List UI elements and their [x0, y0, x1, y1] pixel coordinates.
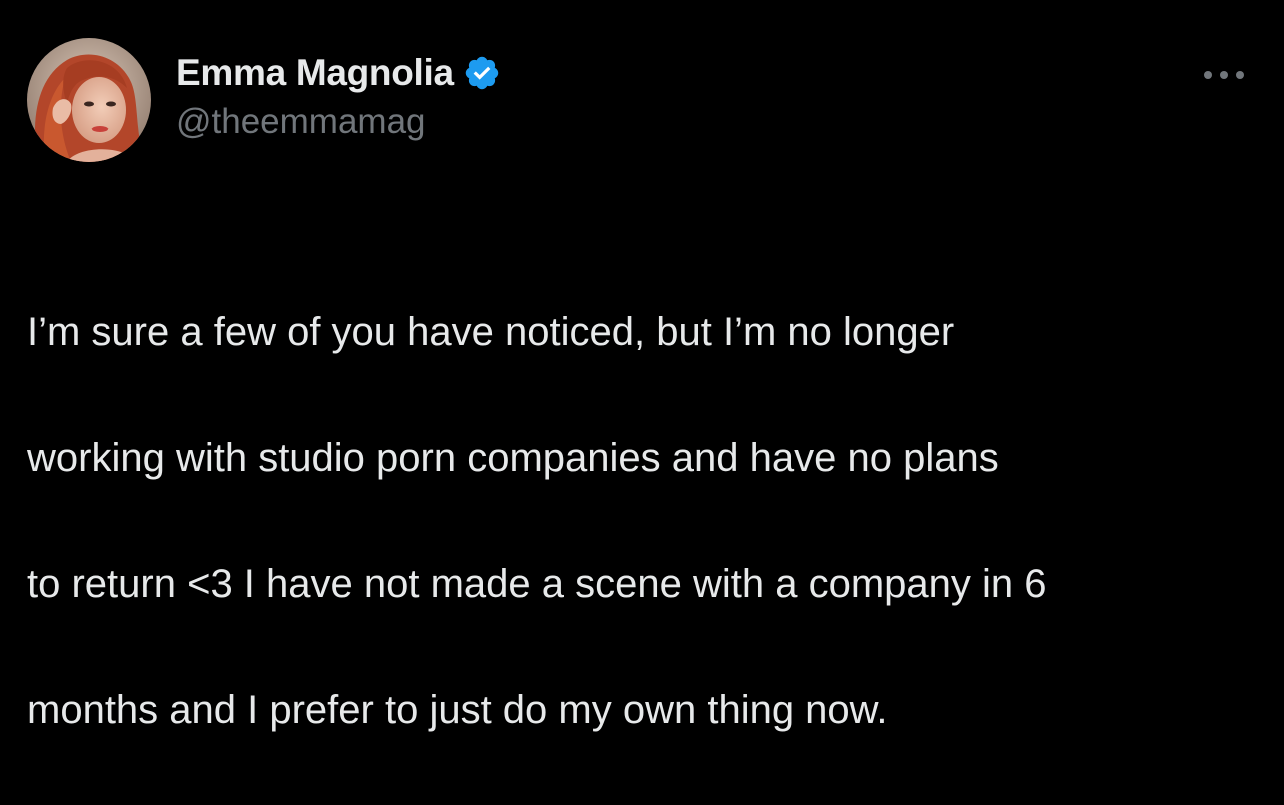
tweet-text-line: I’m sure a few of you have noticed, but …	[27, 310, 955, 354]
author-handle[interactable]: @theemmamag	[176, 102, 501, 142]
ellipsis-icon-dot	[1204, 71, 1212, 79]
tweet-text-line: working with studio porn companies and h…	[27, 436, 999, 480]
tweet-text-line: months and I prefer to just do my own th…	[27, 688, 888, 732]
more-options-button[interactable]	[1204, 60, 1244, 90]
author-name-row: Emma Magnolia	[176, 50, 501, 96]
verified-badge-icon[interactable]	[463, 54, 501, 92]
profile-photo-icon	[27, 38, 151, 162]
tweet-card: Emma Magnolia @theemmamag I’m sure a few…	[0, 0, 1284, 732]
ellipsis-icon-dot	[1236, 71, 1244, 79]
tweet-text-line: to return <3 I have not made a scene wit…	[27, 562, 1047, 606]
tweet-text: I’m sure a few of you have noticed, but …	[27, 238, 1267, 805]
ellipsis-icon-dot	[1220, 71, 1228, 79]
avatar[interactable]	[27, 38, 151, 162]
author-display-name[interactable]: Emma Magnolia	[176, 52, 454, 94]
tweet-author: Emma Magnolia @theemmamag	[176, 50, 501, 142]
